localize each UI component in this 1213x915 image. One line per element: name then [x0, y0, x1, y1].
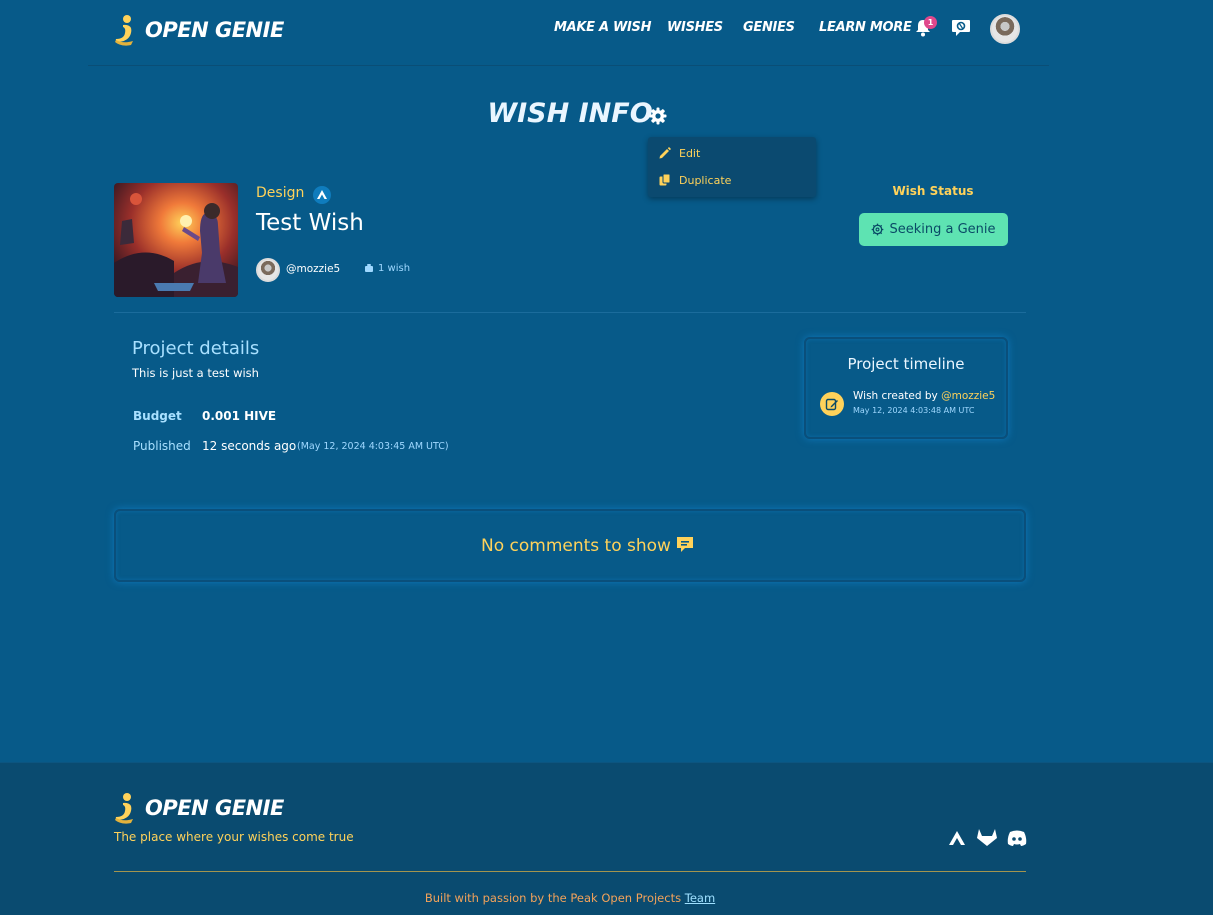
- no-comments-text: No comments to show: [481, 536, 671, 556]
- genie-logo-icon: [115, 793, 133, 824]
- discord-icon[interactable]: [1006, 829, 1028, 847]
- wish-actions-menu: Edit Duplicate: [648, 137, 816, 197]
- footer-credits-text: Built with passion by the Peak Open Proj…: [424, 891, 682, 905]
- menu-edit-label: Edit: [679, 146, 701, 160]
- section-divider: [114, 312, 1026, 313]
- nav-wishes[interactable]: WISHES: [667, 20, 723, 38]
- header-divider: [88, 65, 1049, 66]
- owner-avatar[interactable]: [256, 258, 280, 282]
- project-timeline-card: [804, 337, 1008, 439]
- menu-edit[interactable]: Edit: [658, 144, 700, 162]
- published-label: Published: [133, 439, 191, 453]
- project-details-heading: Project details: [132, 338, 260, 359]
- project-timeline-heading: Project timeline: [847, 355, 965, 373]
- budget-value: 0.001 HIVE: [202, 409, 277, 423]
- chat-icon[interactable]: [950, 17, 972, 39]
- edit-icon: [820, 392, 844, 416]
- brand-name: OPEN GENIE: [145, 18, 284, 42]
- nav-genies[interactable]: GENIES: [743, 20, 795, 38]
- timeline-event-user[interactable]: @mozzie5: [941, 390, 995, 402]
- wish-count-label: 1 wish: [378, 263, 411, 274]
- genie-logo-icon: [115, 15, 133, 46]
- gitlab-icon[interactable]: [976, 827, 998, 847]
- timeline-event: Wish created by @mozzie5: [853, 390, 995, 402]
- gear-icon[interactable]: [648, 106, 668, 126]
- timeline-event-text: Wish created by: [853, 390, 938, 402]
- brand-logo[interactable]: OPEN GENIE: [113, 14, 284, 46]
- wish-status-badge[interactable]: Seeking a Genie: [859, 213, 1008, 246]
- published-value: 12 seconds ago: [202, 439, 297, 453]
- footer-team-link[interactable]: Team: [685, 891, 715, 905]
- footer-brand-logo[interactable]: OPEN GENIE: [113, 792, 284, 824]
- hive-icon[interactable]: [313, 186, 331, 204]
- footer-brand-name: OPEN GENIE: [145, 796, 284, 820]
- pencil-icon: [659, 147, 671, 159]
- published-date: (May 12, 2024 4:03:45 AM UTC): [297, 441, 449, 452]
- project-description: This is just a test wish: [132, 366, 259, 380]
- owner-wish-count: 1 wish: [364, 263, 410, 274]
- menu-duplicate-label: Duplicate: [679, 173, 732, 187]
- hive-icon[interactable]: [947, 829, 967, 847]
- nav-make-a-wish[interactable]: MAKE A WISH: [554, 20, 651, 38]
- footer-divider: [114, 871, 1026, 872]
- owner-username[interactable]: @mozzie5: [286, 263, 340, 275]
- menu-duplicate[interactable]: Duplicate: [658, 171, 731, 189]
- footer-tagline: The place where your wishes come true: [114, 830, 354, 844]
- wish-lamp-icon: [365, 264, 373, 272]
- footer-credits: Built with passion by the Peak Open Proj…: [0, 891, 1140, 905]
- duplicate-icon: [659, 173, 671, 186]
- comment-icon: [675, 535, 695, 555]
- user-avatar[interactable]: [990, 14, 1020, 44]
- budget-label: Budget: [133, 409, 182, 423]
- notification-count-badge: 1: [924, 16, 937, 29]
- nav-learn-more[interactable]: LEARN MORE: [819, 20, 912, 38]
- cog-icon: [872, 223, 884, 236]
- wish-title: Test Wish: [256, 210, 364, 236]
- wish-image: [114, 183, 238, 297]
- page-title: WISH INFO: [487, 98, 653, 129]
- timeline-event-date: May 12, 2024 4:03:48 AM UTC: [853, 406, 975, 415]
- wish-category: Design: [256, 185, 305, 201]
- wish-status-label: Wish Status: [892, 184, 974, 198]
- wish-status-text: Seeking a Genie: [889, 222, 996, 237]
